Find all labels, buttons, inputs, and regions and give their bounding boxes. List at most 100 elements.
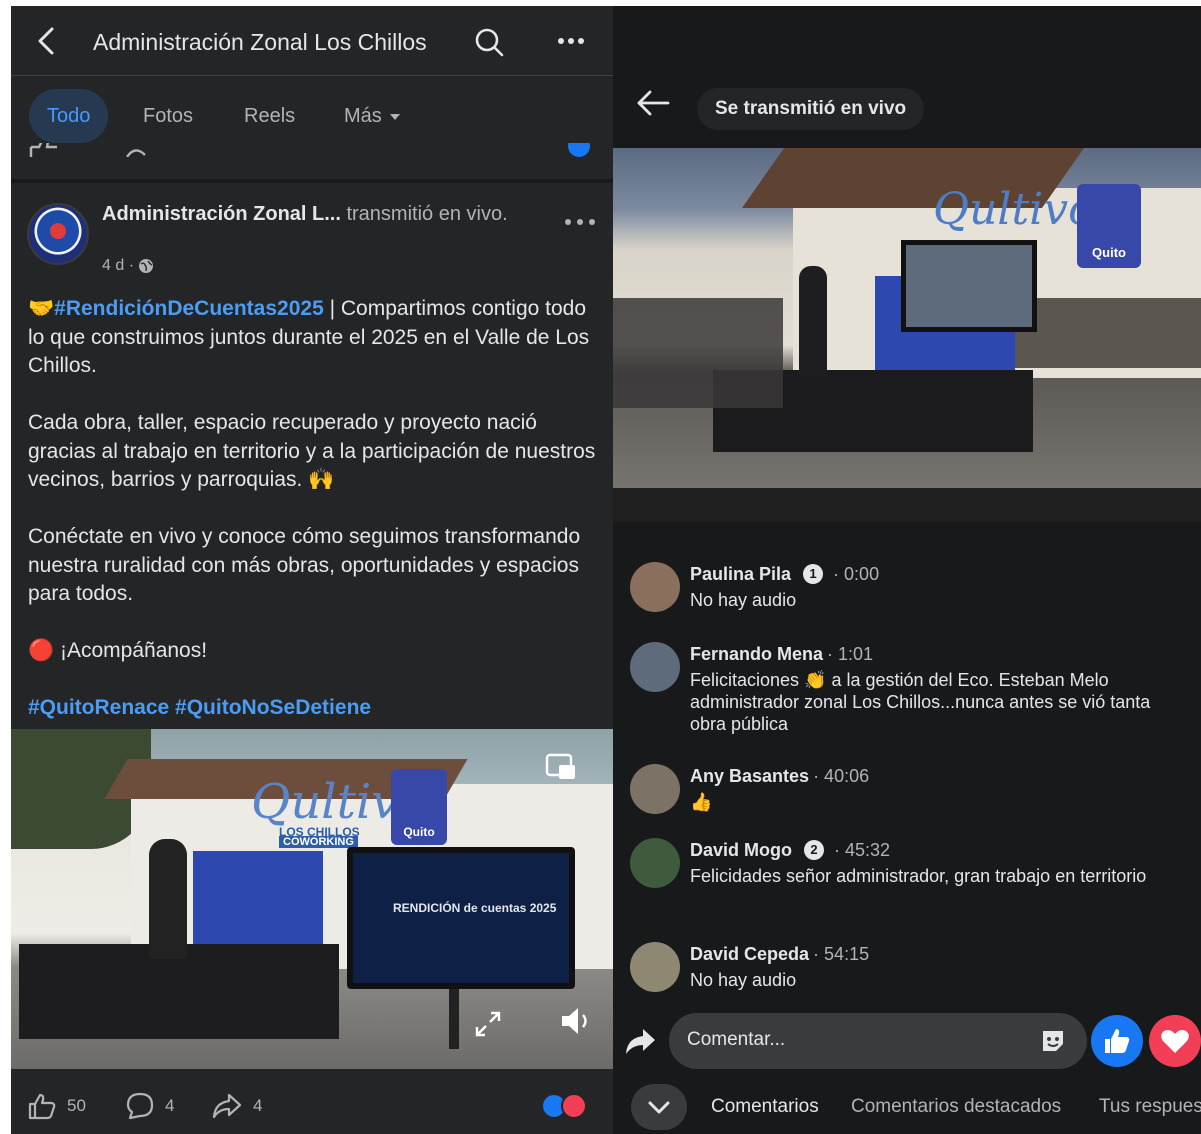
post-paragraph-1: 🤝#RendiciónDeCuentas2025 | Compartimos c… bbox=[28, 295, 598, 381]
left-panel: Administración Zonal Los Chillos Todo Fo… bbox=[11, 6, 613, 1134]
crowd bbox=[613, 298, 783, 408]
share-icon[interactable] bbox=[623, 1024, 657, 1058]
stone-wall bbox=[1013, 298, 1201, 368]
hashtag-link[interactable]: #RendiciónDeCuentas2025 bbox=[54, 297, 324, 320]
quito-logo-text: Quito bbox=[1092, 245, 1126, 260]
comment-text: No hay audio bbox=[690, 590, 797, 610]
post-meta: 4 d · bbox=[102, 257, 154, 275]
comment-author[interactable]: David Mogo bbox=[690, 838, 792, 862]
volume-icon[interactable] bbox=[559, 1005, 595, 1037]
comment-button[interactable]: 4 bbox=[125, 1091, 174, 1121]
tab-comentarios[interactable]: Comentarios bbox=[711, 1096, 819, 1118]
comment-icon bbox=[126, 1092, 154, 1120]
page-header: Administración Zonal Los Chillos bbox=[11, 6, 613, 76]
tab-fotos[interactable]: Fotos bbox=[125, 89, 211, 143]
comment-timestamp[interactable]: · 54:15 bbox=[813, 942, 869, 966]
tab-todo[interactable]: Todo bbox=[29, 89, 109, 143]
tab-comentarios-destacados[interactable]: Comentarios destacados bbox=[851, 1096, 1061, 1118]
like-count: 50 bbox=[67, 1096, 86, 1115]
post-paragraph-3: Conéctate en vivo y conoce cómo seguimos… bbox=[28, 525, 581, 605]
post-actions: 50 4 4 bbox=[11, 1069, 613, 1134]
picture-in-picture-icon[interactable] bbox=[545, 753, 579, 783]
avatar[interactable] bbox=[630, 942, 680, 992]
avatar[interactable] bbox=[630, 764, 680, 814]
building-sign: Qultivo bbox=[933, 184, 1095, 235]
avatar[interactable] bbox=[630, 562, 680, 612]
love-reaction-icon bbox=[561, 1093, 587, 1119]
post-author-line: Administración Zonal L... transmitió en … bbox=[102, 201, 542, 228]
expand-icon[interactable] bbox=[473, 1009, 503, 1039]
post-more-icon[interactable] bbox=[563, 215, 597, 229]
post-action: transmitió en vivo. bbox=[340, 203, 508, 225]
comment-header: David Mogo 2 · 45:32 bbox=[690, 838, 1180, 862]
comment-timestamp[interactable]: · 0:00 bbox=[833, 562, 879, 586]
avatar[interactable] bbox=[27, 203, 89, 265]
comment-count: 4 bbox=[165, 1096, 175, 1115]
love-reaction-button[interactable] bbox=[1149, 1015, 1201, 1067]
live-video[interactable]: Qultivo Quito bbox=[613, 148, 1201, 488]
comment-author[interactable]: David Cepeda bbox=[690, 942, 809, 966]
comment-timestamp[interactable]: · 40:06 bbox=[813, 764, 869, 788]
filter-tabs: Todo Fotos Reels Más bbox=[11, 77, 613, 143]
comment-author[interactable]: Any Basantes bbox=[690, 764, 809, 788]
hashtags-link[interactable]: #QuitoRenace #QuitoNoSeDetiene bbox=[28, 694, 598, 723]
avatar[interactable] bbox=[630, 838, 680, 888]
search-icon[interactable] bbox=[473, 26, 505, 58]
comment-text: Felicitaciones 👏 a la gestión del Eco. E… bbox=[690, 670, 1151, 734]
right-panel: Se transmitió en vivo Qultivo Quito Paul… bbox=[613, 6, 1201, 1134]
handshake-emoji: 🤝 bbox=[28, 297, 55, 320]
like-icon bbox=[28, 1093, 56, 1120]
back-arrow-icon[interactable] bbox=[635, 88, 671, 118]
comment-timestamp[interactable]: · 45:32 bbox=[834, 838, 890, 862]
previous-post-actions-peek bbox=[11, 143, 613, 183]
comment-composer: Comentar... bbox=[613, 1006, 1201, 1076]
comment-body: Fernando Mena · 1:01 Felicitaciones 👏 a … bbox=[690, 642, 1180, 735]
quito-logo-text: Quito bbox=[403, 825, 435, 839]
speaker bbox=[799, 266, 827, 376]
comment-header: Fernando Mena · 1:01 bbox=[690, 642, 1180, 666]
reaction-icons[interactable] bbox=[541, 1093, 591, 1119]
contributor-badge: 2 bbox=[804, 840, 824, 860]
share-count: 4 bbox=[253, 1096, 263, 1115]
post-body: 🤝#RendiciónDeCuentas2025 | Compartimos c… bbox=[28, 295, 598, 751]
like-icon bbox=[1105, 1029, 1130, 1053]
tab-reels[interactable]: Reels bbox=[226, 89, 313, 143]
comment-body: David Cepeda · 54:15 No hay audio bbox=[690, 942, 1180, 991]
sticker-icon[interactable] bbox=[1039, 1027, 1067, 1055]
comment-input[interactable]: Comentar... bbox=[669, 1013, 1087, 1069]
like-icon bbox=[29, 143, 146, 157]
tab-tus-respuestas[interactable]: Tus respuestas bbox=[1099, 1096, 1201, 1118]
like-reaction-button[interactable] bbox=[1091, 1015, 1143, 1067]
post-paragraph-4: 🔴 ¡Acompáñanos! bbox=[28, 639, 208, 662]
comment-header: Any Basantes · 40:06 bbox=[690, 764, 1180, 788]
tab-mas-label: Más bbox=[344, 105, 382, 127]
post-author-name[interactable]: Administración Zonal L... bbox=[102, 203, 341, 225]
post-time[interactable]: 4 d · bbox=[102, 257, 134, 275]
back-arrow-icon[interactable] bbox=[33, 26, 61, 56]
more-icon[interactable] bbox=[555, 28, 587, 54]
live-status-pill: Se transmitió en vivo bbox=[697, 88, 925, 130]
comment-text: Felicidades señor administrador, gran tr… bbox=[690, 866, 1147, 886]
comment-body: David Mogo 2 · 45:32 Felicidades señor a… bbox=[690, 838, 1180, 887]
like-button[interactable]: 50 bbox=[27, 1091, 86, 1121]
live-header: Se transmitió en vivo bbox=[613, 6, 1201, 148]
speaker bbox=[149, 839, 187, 959]
comment-tabs: Comentarios Comentarios destacados Tus r… bbox=[613, 1080, 1201, 1134]
comment-body: Any Basantes · 40:06 👍 bbox=[690, 764, 1180, 813]
share-button[interactable]: 4 bbox=[211, 1091, 262, 1121]
comment-text: No hay audio bbox=[690, 970, 797, 990]
post-video[interactable]: Qultivo LOS CHILLOS COWORKING Quito REND… bbox=[11, 729, 613, 1069]
tab-mas[interactable]: Más bbox=[326, 89, 419, 143]
contributor-badge: 1 bbox=[803, 564, 824, 584]
comment-author[interactable]: Fernando Mena bbox=[690, 642, 823, 666]
collapse-button[interactable] bbox=[631, 1084, 687, 1130]
comment-author[interactable]: Paulina Pila bbox=[690, 562, 791, 586]
comment-header: Paulina Pila 1 · 0:00 bbox=[690, 562, 1180, 586]
comment-text: 👍 bbox=[690, 792, 713, 812]
comment-timestamp[interactable]: · 1:01 bbox=[827, 642, 873, 666]
comment-input-placeholder: Comentar... bbox=[687, 1029, 786, 1050]
avatar[interactable] bbox=[630, 642, 680, 692]
tv-screen: RENDICIÓN de cuentas 2025 bbox=[347, 847, 575, 989]
chevron-down-icon bbox=[648, 1101, 670, 1114]
post-paragraph-2: Cada obra, taller, espacio recuperado y … bbox=[28, 411, 596, 491]
